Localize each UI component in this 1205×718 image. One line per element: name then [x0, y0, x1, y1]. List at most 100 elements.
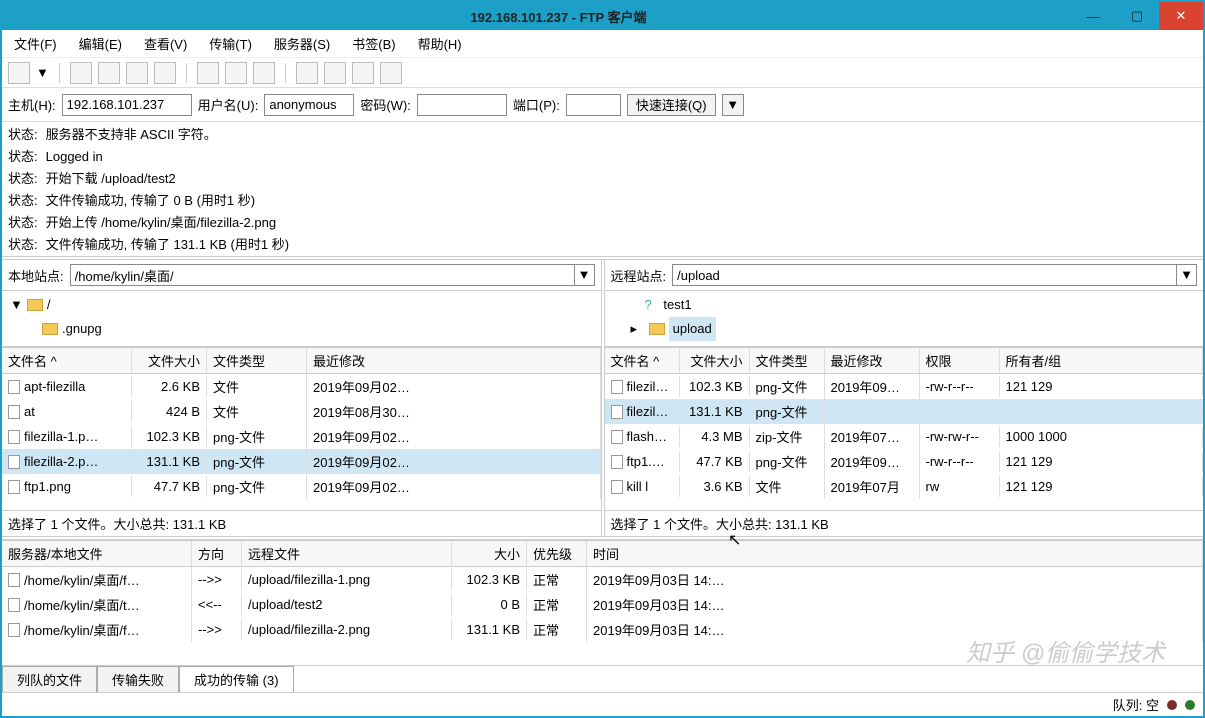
col-owner: 所有者/组	[1000, 348, 1204, 373]
minimize-button[interactable]: ―	[1071, 2, 1115, 30]
quickconnect-bar: 主机(H): 用户名(U): 密码(W): 端口(P): 快速连接(Q) ▼	[2, 88, 1203, 122]
remote-status: 选择了 1 个文件。大小总共: 131.1 KB	[605, 510, 1204, 536]
folder-icon	[42, 323, 58, 335]
col-size: 文件大小	[680, 348, 750, 373]
quickconnect-button[interactable]: 快速连接(Q)	[627, 94, 716, 116]
password-input[interactable]	[417, 94, 507, 116]
app-window: 192.168.101.237 - FTP 客户端 ― ▢ ✕ 文件(F) 编辑…	[0, 0, 1205, 718]
host-label: 主机(H):	[8, 95, 56, 114]
queue-row[interactable]: /home/kylin/桌面/f…-->>/upload/filezilla-1…	[2, 567, 1203, 592]
local-path-input[interactable]	[70, 264, 575, 286]
disconnect-icon[interactable]	[253, 62, 275, 84]
username-input[interactable]	[264, 94, 354, 116]
filter-icon[interactable]	[352, 62, 374, 84]
file-row[interactable]: filezil…131.1 KBpng-文件	[605, 399, 1204, 424]
toggle-log-icon[interactable]	[70, 62, 92, 84]
col-mtime: 最近修改	[307, 348, 601, 373]
col-perm: 权限	[920, 348, 1000, 373]
menu-help[interactable]: 帮助(H)	[414, 32, 466, 55]
menu-view[interactable]: 查看(V)	[140, 32, 191, 55]
col-dir: 方向	[192, 541, 242, 566]
quickconnect-history-button[interactable]: ▼	[722, 94, 744, 116]
toggle-remote-tree-icon[interactable]	[126, 62, 148, 84]
local-pane: 本地站点: ▼ ▼/ .gnupg 文件名 ^ 文件大小 文件类型 最近修改 a…	[2, 260, 605, 536]
menu-transfer[interactable]: 传输(T)	[205, 32, 256, 55]
local-site-label: 本地站点:	[8, 266, 64, 285]
folder-icon	[649, 323, 665, 335]
remote-tree[interactable]: ? test1 ▸ upload	[605, 291, 1204, 347]
remote-pane: 远程站点: ▼ ? test1 ▸ upload 文件名 ^ 文件大小 文件类型…	[605, 260, 1204, 536]
local-tree[interactable]: ▼/ .gnupg	[2, 291, 601, 347]
remote-site-label: 远程站点:	[611, 266, 667, 285]
activity-indicator-icon	[1167, 700, 1177, 710]
file-row[interactable]: kill l3.6 KB文件2019年07月rw121 129	[605, 474, 1204, 499]
local-file-list[interactable]: apt-filezilla2.6 KB文件2019年09月02…at424 B文…	[2, 374, 601, 510]
col-time: 时间	[587, 541, 1203, 566]
host-input[interactable]	[62, 94, 192, 116]
queue-list[interactable]: /home/kylin/桌面/f…-->>/upload/filezilla-1…	[2, 567, 1203, 665]
remote-path-input[interactable]	[672, 264, 1177, 286]
queue-row[interactable]: /home/kylin/桌面/t…<<--/upload/test20 B正常2…	[2, 592, 1203, 617]
folder-icon	[27, 299, 43, 311]
menu-server[interactable]: 服务器(S)	[270, 32, 334, 55]
compare-icon[interactable]	[296, 62, 318, 84]
col-size: 文件大小	[132, 348, 207, 373]
file-row[interactable]: filezilla-1.p…102.3 KBpng-文件2019年09月02…	[2, 424, 601, 449]
tab-successful[interactable]: 成功的传输 (3)	[179, 666, 294, 692]
message-log[interactable]: 状态:服务器不支持非 ASCII 字符。状态:Logged in状态:开始下载 …	[2, 122, 1203, 260]
close-button[interactable]: ✕	[1159, 2, 1203, 30]
file-row[interactable]: apt-filezilla2.6 KB文件2019年09月02…	[2, 374, 601, 399]
col-type: 文件类型	[207, 348, 307, 373]
menu-edit[interactable]: 编辑(E)	[75, 32, 126, 55]
col-server: 服务器/本地文件	[2, 541, 192, 566]
password-label: 密码(W):	[360, 95, 411, 114]
activity-indicator-icon	[1185, 700, 1195, 710]
dropdown-arrow-icon[interactable]: ▼	[36, 65, 49, 80]
local-path-dropdown[interactable]: ▼	[575, 264, 595, 286]
file-row[interactable]: ftp1.png47.7 KBpng-文件2019年09月02…	[2, 474, 601, 499]
refresh-icon[interactable]	[197, 62, 219, 84]
menu-file[interactable]: 文件(F)	[10, 32, 61, 55]
toggle-local-tree-icon[interactable]	[98, 62, 120, 84]
tab-failed[interactable]: 传输失败	[97, 666, 179, 692]
file-row[interactable]: ftp1.…47.7 KBpng-文件2019年09月…-rw-r--r--12…	[605, 449, 1204, 474]
menubar: 文件(F) 编辑(E) 查看(V) 传输(T) 服务器(S) 书签(B) 帮助(…	[2, 30, 1203, 58]
cancel-icon[interactable]	[225, 62, 247, 84]
sync-browse-icon[interactable]	[324, 62, 346, 84]
queue-size-label: 队列: 空	[1113, 695, 1159, 714]
file-row[interactable]: filezil…102.3 KBpng-文件2019年09月…-rw-r--r-…	[605, 374, 1204, 399]
queue-header[interactable]: 服务器/本地文件 方向 远程文件 大小 优先级 时间	[2, 540, 1203, 567]
maximize-button[interactable]: ▢	[1115, 2, 1159, 30]
port-input[interactable]	[566, 94, 621, 116]
col-remote: 远程文件	[242, 541, 452, 566]
tab-queued[interactable]: 列队的文件	[2, 666, 97, 692]
remote-path-dropdown[interactable]: ▼	[1177, 264, 1197, 286]
col-name: 文件名 ^	[605, 348, 680, 373]
file-row[interactable]: filezilla-2.p…131.1 KBpng-文件2019年09月02…	[2, 449, 601, 474]
port-label: 端口(P):	[513, 95, 560, 114]
menu-bookmarks[interactable]: 书签(B)	[348, 32, 399, 55]
search-icon[interactable]	[380, 62, 402, 84]
col-prio: 优先级	[527, 541, 587, 566]
user-label: 用户名(U):	[198, 95, 259, 114]
local-list-header[interactable]: 文件名 ^ 文件大小 文件类型 最近修改	[2, 347, 601, 374]
titlebar: 192.168.101.237 - FTP 客户端 ― ▢ ✕	[2, 2, 1203, 30]
col-name: 文件名 ^	[2, 348, 132, 373]
col-type: 文件类型	[750, 348, 825, 373]
statusbar: 队列: 空	[2, 692, 1203, 716]
file-row[interactable]: at424 B文件2019年08月30…	[2, 399, 601, 424]
toggle-queue-icon[interactable]	[154, 62, 176, 84]
transfer-queue: 服务器/本地文件 方向 远程文件 大小 优先级 时间 /home/kylin/桌…	[2, 540, 1203, 692]
site-manager-icon[interactable]	[8, 62, 30, 84]
local-status: 选择了 1 个文件。大小总共: 131.1 KB	[2, 510, 601, 536]
queue-tabs: 列队的文件 传输失败 成功的传输 (3)	[2, 665, 1203, 692]
window-title: 192.168.101.237 - FTP 客户端	[46, 7, 1071, 26]
col-mtime: 最近修改	[825, 348, 920, 373]
file-row[interactable]: flash…4.3 MBzip-文件2019年07月…-rw-rw-r--100…	[605, 424, 1204, 449]
col-size: 大小	[452, 541, 527, 566]
remote-list-header[interactable]: 文件名 ^ 文件大小 文件类型 最近修改 权限 所有者/组	[605, 347, 1204, 374]
toolbar: ▼	[2, 58, 1203, 88]
file-panes: 本地站点: ▼ ▼/ .gnupg 文件名 ^ 文件大小 文件类型 最近修改 a…	[2, 260, 1203, 540]
queue-row[interactable]: /home/kylin/桌面/f…-->>/upload/filezilla-2…	[2, 617, 1203, 642]
remote-file-list[interactable]: filezil…102.3 KBpng-文件2019年09月…-rw-r--r-…	[605, 374, 1204, 510]
